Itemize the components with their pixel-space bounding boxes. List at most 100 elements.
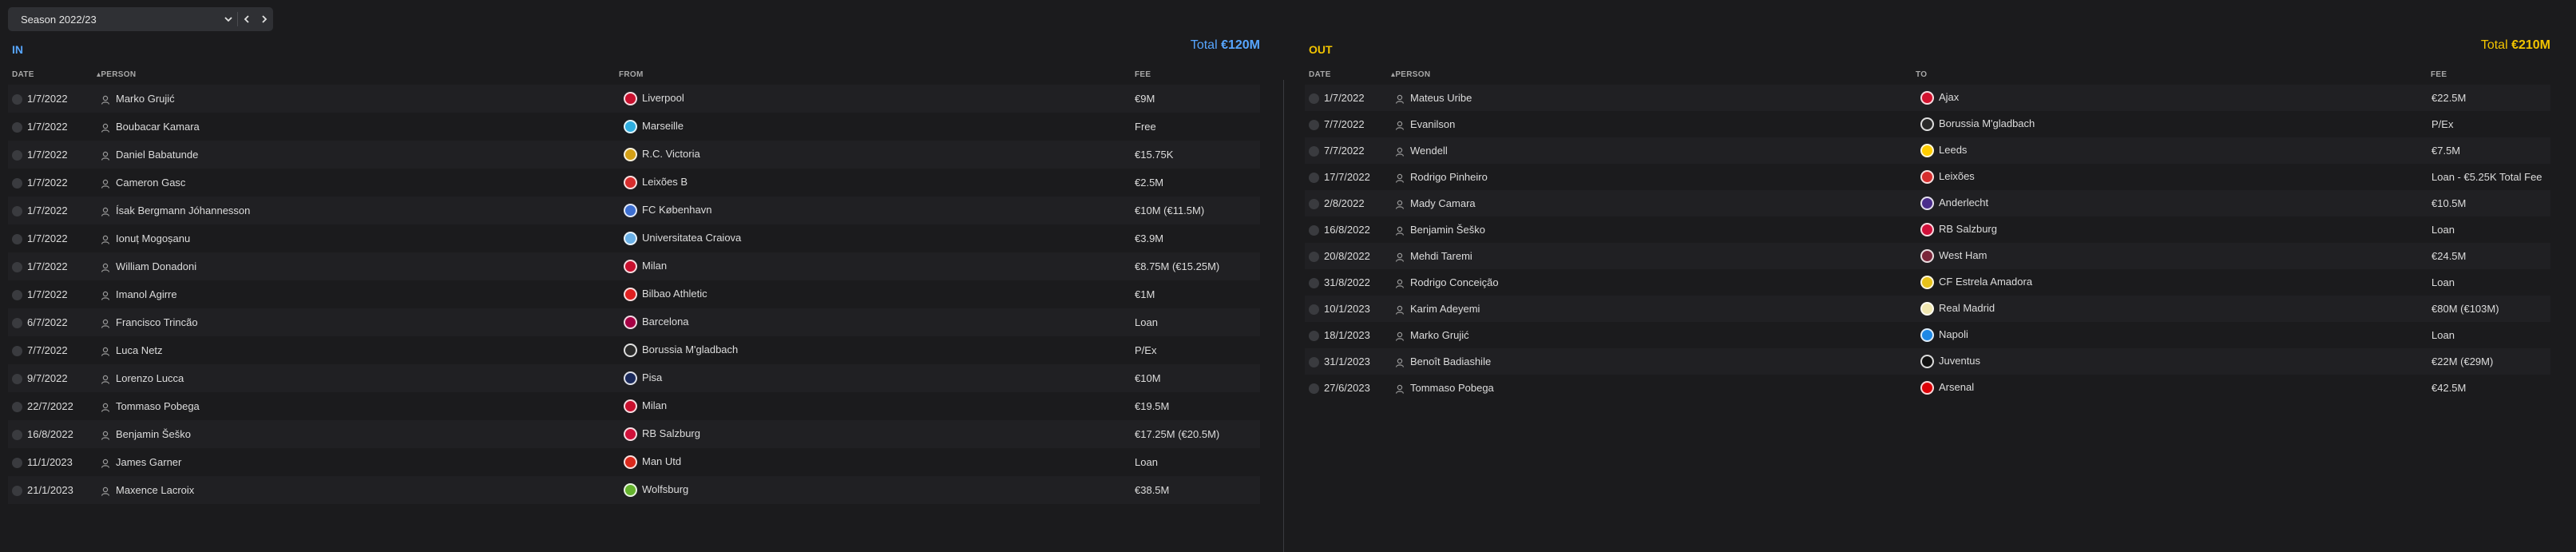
previous-season-button[interactable] xyxy=(238,7,256,31)
cell-person[interactable]: Daniel Babatunde xyxy=(101,141,620,169)
cell-person[interactable]: Rodrigo Pinheiro xyxy=(1395,164,1916,190)
table-row[interactable]: 2/8/2022 Mady Camara Anderlecht €10.5M xyxy=(1305,190,2550,216)
cell-person[interactable]: Benjamin Šeško xyxy=(101,420,620,448)
club-name[interactable]: Man Utd xyxy=(642,455,681,467)
cell-club[interactable]: Juventus xyxy=(1916,348,2431,375)
club-name[interactable]: Leeds xyxy=(1939,144,1967,156)
club-name[interactable]: Milan xyxy=(642,399,667,411)
cell-person[interactable]: Tommaso Pobega xyxy=(101,392,620,420)
table-row[interactable]: 7/7/2022 Luca Netz Borussia M'gladbach P/Ex xyxy=(8,336,1260,364)
person-name[interactable]: Rodrigo Pinheiro xyxy=(1410,171,1488,183)
cell-person[interactable]: Ionuț Mogoșanu xyxy=(101,224,620,252)
cell-club[interactable]: Leixões B xyxy=(620,169,1135,197)
column-person[interactable]: ▴PERSON xyxy=(1391,70,1430,79)
table-row[interactable]: 10/1/2023 Karim Adeyemi Real Madrid €80M (€… xyxy=(1305,296,2550,322)
person-name[interactable]: Ionuț Mogoșanu xyxy=(116,232,190,244)
table-row[interactable]: 1/7/2022 Cameron Gasc Leixões B €2.5M xyxy=(8,169,1260,197)
column-date[interactable]: DATE xyxy=(1309,70,1331,79)
club-name[interactable]: Ajax xyxy=(1939,91,1959,103)
table-row[interactable]: 22/7/2022 Tommaso Pobega Milan €19.5M xyxy=(8,392,1260,420)
cell-club[interactable]: Bilbao Athletic xyxy=(620,280,1135,308)
table-row[interactable]: 6/7/2022 Francisco Trincão Barcelona Loan xyxy=(8,308,1260,336)
person-name[interactable]: Evanilson xyxy=(1410,118,1455,130)
person-name[interactable]: Tommaso Pobega xyxy=(1410,382,1494,394)
cell-club[interactable]: RB Salzburg xyxy=(1916,216,2431,243)
cell-person[interactable]: Marko Grujić xyxy=(1395,322,1916,348)
column-person[interactable]: ▴PERSON xyxy=(97,70,136,79)
table-row[interactable]: 7/7/2022 Wendell Leeds €7.5M xyxy=(1305,137,2550,164)
person-name[interactable]: Ísak Bergmann Jóhannesson xyxy=(116,205,250,216)
club-name[interactable]: Marseille xyxy=(642,120,684,132)
cell-person[interactable]: Mateus Uribe xyxy=(1395,85,1916,111)
cell-person[interactable]: Mady Camara xyxy=(1395,190,1916,216)
club-name[interactable]: Universitatea Craiova xyxy=(642,232,741,244)
person-name[interactable]: Tommaso Pobega xyxy=(116,400,200,412)
cell-club[interactable]: Leixões xyxy=(1916,164,2431,190)
table-row[interactable]: 31/8/2022 Rodrigo Conceição CF Estrela Ama… xyxy=(1305,269,2550,296)
cell-club[interactable]: FC København xyxy=(620,197,1135,224)
person-name[interactable]: Benoît Badiashile xyxy=(1410,355,1491,367)
club-name[interactable]: RB Salzburg xyxy=(1939,223,1997,235)
cell-club[interactable]: Liverpool xyxy=(620,85,1135,113)
table-row[interactable]: 21/1/2023 Maxence Lacroix Wolfsburg €38.5M xyxy=(8,476,1260,504)
club-name[interactable]: Bilbao Athletic xyxy=(642,288,707,300)
club-name[interactable]: Real Madrid xyxy=(1939,302,1995,314)
table-row[interactable]: 1/7/2022 Boubacar Kamara Marseille Free xyxy=(8,113,1260,141)
club-name[interactable]: Pisa xyxy=(642,371,662,383)
cell-club[interactable]: Leeds xyxy=(1916,137,2431,164)
person-name[interactable]: Luca Netz xyxy=(116,344,163,356)
person-name[interactable]: Benjamin Šeško xyxy=(1410,224,1485,236)
table-row[interactable]: 16/8/2022 Benjamin Šeško RB Salzburg €17.25… xyxy=(8,420,1260,448)
person-name[interactable]: Marko Grujić xyxy=(116,93,175,105)
cell-club[interactable]: Marseille xyxy=(620,113,1135,141)
table-row[interactable]: 1/7/2022 Mateus Uribe Ajax €22.5M xyxy=(1305,85,2550,111)
cell-club[interactable]: R.C. Victoria xyxy=(620,141,1135,169)
cell-person[interactable]: Benoît Badiashile xyxy=(1395,348,1916,375)
cell-person[interactable]: Imanol Agirre xyxy=(101,280,620,308)
club-name[interactable]: West Ham xyxy=(1939,249,1987,261)
table-row[interactable]: 20/8/2022 Mehdi Taremi West Ham €24.5M xyxy=(1305,243,2550,269)
person-name[interactable]: Francisco Trincão xyxy=(116,316,198,328)
person-name[interactable]: Wendell xyxy=(1410,145,1448,157)
person-name[interactable]: Cameron Gasc xyxy=(116,177,185,189)
column-fee[interactable]: FEE xyxy=(2431,70,2447,79)
club-name[interactable]: CF Estrela Amadora xyxy=(1939,276,2032,288)
cell-person[interactable]: Benjamin Šeško xyxy=(1395,216,1916,243)
cell-person[interactable]: William Donadoni xyxy=(101,252,620,280)
cell-person[interactable]: Marko Grujić xyxy=(101,85,620,113)
club-name[interactable]: Liverpool xyxy=(642,92,684,104)
cell-club[interactable]: Milan xyxy=(620,252,1135,280)
next-season-button[interactable] xyxy=(256,7,273,31)
table-row[interactable]: 27/6/2023 Tommaso Pobega Arsenal €42.5M xyxy=(1305,375,2550,401)
cell-person[interactable]: Ísak Bergmann Jóhannesson xyxy=(101,197,620,224)
club-name[interactable]: Anderlecht xyxy=(1939,197,1988,208)
person-name[interactable]: Mady Camara xyxy=(1410,197,1476,209)
club-name[interactable]: Borussia M'gladbach xyxy=(642,344,738,355)
person-name[interactable]: Rodrigo Conceição xyxy=(1410,276,1499,288)
club-name[interactable]: FC København xyxy=(642,204,711,216)
table-row[interactable]: 16/8/2022 Benjamin Šeško RB Salzburg Loan xyxy=(1305,216,2550,243)
club-name[interactable]: Napoli xyxy=(1939,328,1968,340)
cell-club[interactable]: Pisa xyxy=(620,364,1135,392)
cell-person[interactable]: Karim Adeyemi xyxy=(1395,296,1916,322)
season-selector[interactable]: Season 2022/23 xyxy=(8,7,273,31)
cell-person[interactable]: Evanilson xyxy=(1395,111,1916,137)
table-row[interactable]: 9/7/2022 Lorenzo Lucca Pisa €10M xyxy=(8,364,1260,392)
cell-club[interactable]: Napoli xyxy=(1916,322,2431,348)
table-row[interactable]: 1/7/2022 Marko Grujić Liverpool €9M xyxy=(8,85,1260,113)
cell-club[interactable]: Man Utd xyxy=(620,448,1135,476)
club-name[interactable]: Juventus xyxy=(1939,355,1980,367)
club-name[interactable]: Arsenal xyxy=(1939,381,1974,393)
person-name[interactable]: James Garner xyxy=(116,456,181,468)
table-row[interactable]: 31/1/2023 Benoît Badiashile Juventus €22M (… xyxy=(1305,348,2550,375)
cell-person[interactable]: Boubacar Kamara xyxy=(101,113,620,141)
cell-club[interactable]: West Ham xyxy=(1916,243,2431,269)
table-row[interactable]: 7/7/2022 Evanilson Borussia M'gladbach P/Ex xyxy=(1305,111,2550,137)
cell-club[interactable]: Barcelona xyxy=(620,308,1135,336)
club-name[interactable]: RB Salzburg xyxy=(642,427,700,439)
table-row[interactable]: 1/7/2022 William Donadoni Milan €8.75M (€15… xyxy=(8,252,1260,280)
cell-person[interactable]: Mehdi Taremi xyxy=(1395,243,1916,269)
cell-person[interactable]: James Garner xyxy=(101,448,620,476)
person-name[interactable]: Maxence Lacroix xyxy=(116,484,194,496)
person-name[interactable]: Marko Grujić xyxy=(1410,329,1469,341)
